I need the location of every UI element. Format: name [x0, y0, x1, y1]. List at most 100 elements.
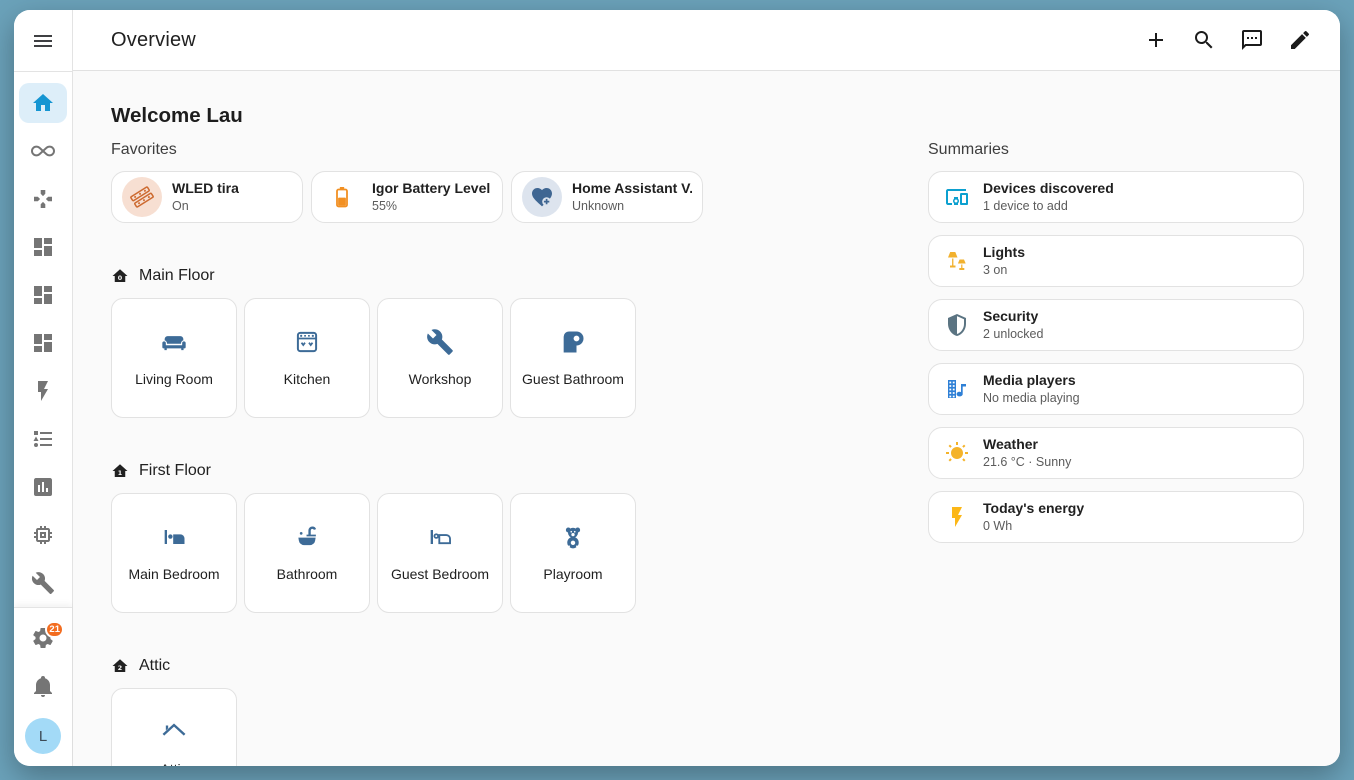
home-icon: [31, 91, 55, 115]
battery-50-icon: [330, 185, 354, 209]
summary-state: 0 Wh: [983, 519, 1084, 534]
left-column: Favorites WLED tiraOnIgor Battery Level5…: [111, 140, 703, 766]
sidebar-nav: [14, 72, 72, 607]
sidebar-item-home[interactable]: [19, 79, 67, 127]
area-label: Attic: [160, 761, 187, 766]
favorite-card[interactable]: Home Assistant V...Unknown: [511, 171, 703, 223]
room-grid: Attic: [111, 688, 703, 766]
sidebar-item-infinity[interactable]: [19, 127, 67, 175]
sidebar-menu-button[interactable]: [14, 10, 72, 72]
sun-icon: [945, 441, 969, 465]
sidebar-item-energy[interactable]: [19, 367, 67, 415]
shield-half-icon: [945, 313, 969, 337]
sidebar-item-gamepad[interactable]: [19, 175, 67, 223]
dashboard-icon: [31, 283, 55, 307]
svg-text:2: 2: [118, 664, 122, 672]
sidebar-item-dashboard-1[interactable]: [19, 223, 67, 271]
sidebar-item-todo-lists[interactable]: [19, 415, 67, 463]
devices-icon: [945, 185, 969, 209]
favorite-state: 55%: [372, 199, 490, 214]
summary-card[interactable]: Security 2 unlocked: [928, 299, 1304, 351]
area-label: Kitchen: [284, 371, 331, 388]
sidebar-item-hardware[interactable]: [19, 511, 67, 559]
add-button[interactable]: [1136, 20, 1176, 60]
area-card[interactable]: Playroom: [510, 493, 636, 613]
user-avatar[interactable]: L: [25, 718, 61, 754]
favorite-title: WLED tira: [172, 180, 239, 197]
area-card[interactable]: Kitchen: [244, 298, 370, 418]
flash-icon: [945, 505, 969, 529]
main-panel: Overview Welcome Lau Favorites WLED tira…: [73, 10, 1340, 766]
right-column: Summaries Devices discovered1 device to …: [928, 140, 1304, 555]
teddy-bear-icon: [559, 523, 587, 551]
sidebar-bottom: 21 L: [14, 607, 72, 766]
room-grid: Main BedroomBathroom Guest Bedroom Playroo…: [111, 493, 703, 613]
settings-badge: 21: [45, 621, 64, 638]
search-button[interactable]: [1184, 20, 1224, 60]
sidebar-item-dashboard-2[interactable]: [19, 271, 67, 319]
summary-title: Weather: [983, 436, 1071, 453]
area-label: Guest Bedroom: [391, 566, 489, 583]
area-label: Guest Bathroom: [522, 371, 624, 388]
area-card[interactable]: Guest Bedroom: [377, 493, 503, 613]
favorite-card[interactable]: Igor Battery Level 55%: [311, 171, 503, 223]
sidebar-item-developer-tools[interactable]: [19, 559, 67, 607]
menu-icon: [31, 29, 55, 53]
svg-text:0: 0: [118, 274, 123, 282]
area-card[interactable]: Main Bedroom: [111, 493, 237, 613]
home-floor-0-icon: 0: [111, 267, 129, 285]
sidebar-item-history[interactable]: [19, 463, 67, 511]
floor-heading: 2 Attic: [111, 656, 703, 676]
favorite-card[interactable]: WLED tira On: [111, 171, 303, 223]
heart-plus-icon: [530, 185, 554, 209]
summary-state: No media playing: [983, 391, 1080, 406]
tool-wrench-icon: [426, 328, 454, 356]
chip-icon: [31, 523, 55, 547]
search-icon: [1192, 28, 1216, 52]
summary-title: Security: [983, 308, 1043, 325]
summary-card[interactable]: Devices discovered1 device to add: [928, 171, 1304, 223]
stove-icon: [293, 328, 321, 356]
summary-card[interactable]: Today's energy0 Wh: [928, 491, 1304, 543]
summary-card[interactable]: Lights3 on: [928, 235, 1304, 287]
bed-icon: [160, 523, 188, 551]
list-bulleted-icon: [31, 427, 55, 451]
floor-label: Attic: [139, 656, 170, 676]
dashboard-icon: [31, 235, 55, 259]
dashboard-icon: [31, 331, 55, 355]
favorite-title: Igor Battery Level: [372, 180, 490, 197]
favorite-title: Home Assistant V...: [572, 180, 692, 197]
favorite-state: On: [172, 199, 239, 214]
sidebar-item-settings[interactable]: 21: [19, 614, 67, 662]
summary-state: 2 unlocked: [983, 327, 1043, 342]
wrench-icon: [31, 571, 55, 595]
sidebar-item-dashboard-3[interactable]: [19, 319, 67, 367]
area-card[interactable]: Bathroom: [244, 493, 370, 613]
summary-card[interactable]: Media players No media playing: [928, 363, 1304, 415]
area-card[interactable]: Workshop: [377, 298, 503, 418]
floor-section: 2 Attic Attic: [111, 656, 703, 766]
home-floor-2-icon: 2: [111, 657, 129, 675]
area-card[interactable]: Living Room: [111, 298, 237, 418]
favorites-row: WLED tira On Igor Battery Level 55% Home Ass…: [111, 171, 703, 223]
dashboard-content: Welcome Lau Favorites WLED tiraOnIgor Ba…: [73, 71, 1340, 766]
header-actions: [1136, 20, 1320, 60]
app-header: Overview: [73, 10, 1340, 71]
chart-box-icon: [31, 475, 55, 499]
home-roof-icon: [160, 718, 188, 746]
bed-outline-icon: [426, 523, 454, 551]
floor-section: 0Main Floor Living Room Kitchen Workshop Gue…: [111, 266, 703, 418]
area-card[interactable]: Attic: [111, 688, 237, 766]
summary-title: Media players: [983, 372, 1080, 389]
avatar-initial: L: [39, 728, 47, 745]
summary-card[interactable]: Weather21.6 °C · Sunny: [928, 427, 1304, 479]
page-title: Overview: [111, 29, 1136, 52]
floor-heading: 1First Floor: [111, 461, 703, 481]
area-card[interactable]: Guest Bathroom: [510, 298, 636, 418]
app-window: 21L Overview Welcome Lau Favorites WLED …: [14, 10, 1340, 766]
floor-heading: 0Main Floor: [111, 266, 703, 286]
sidebar-item-notifications[interactable]: [19, 662, 67, 710]
edit-button[interactable]: [1280, 20, 1320, 60]
svg-text:1: 1: [118, 469, 122, 477]
assist-button[interactable]: [1232, 20, 1272, 60]
